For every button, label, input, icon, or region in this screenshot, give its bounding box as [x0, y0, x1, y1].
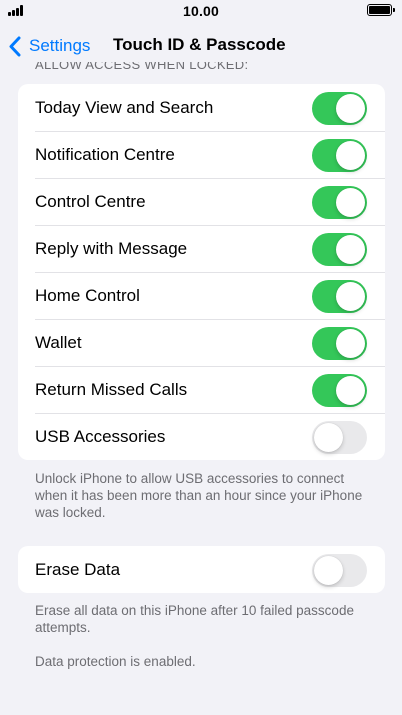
- row-label: USB Accessories: [35, 426, 166, 446]
- row-label: Reply with Message: [35, 238, 188, 258]
- row-label: Control Centre: [35, 191, 146, 211]
- toggle-today-view[interactable]: [312, 92, 367, 125]
- toggle-return-missed-calls[interactable]: [312, 374, 367, 407]
- row-home-control: Home Control: [18, 272, 385, 319]
- erase-group: Erase Data: [18, 546, 385, 593]
- row-reply-with-message: Reply with Message: [18, 225, 385, 272]
- row-notification-centre: Notification Centre: [18, 131, 385, 178]
- row-label: Wallet: [35, 332, 82, 352]
- row-wallet: Wallet: [18, 319, 385, 366]
- toggle-home-control[interactable]: [312, 280, 367, 313]
- row-erase-data: Erase Data: [18, 546, 385, 593]
- erase-footer-note: Erase all data on this iPhone after 10 f…: [35, 603, 354, 635]
- toggle-wallet[interactable]: [312, 327, 367, 360]
- usb-footer-note: Unlock iPhone to allow USB accessories t…: [35, 471, 363, 520]
- status-bar: 10.00: [0, 0, 402, 22]
- toggle-reply-with-message[interactable]: [312, 233, 367, 266]
- row-label: Home Control: [35, 285, 140, 305]
- row-label: Notification Centre: [35, 144, 175, 164]
- row-label: Today View and Search: [35, 97, 214, 117]
- row-today-view: Today View and Search: [18, 84, 385, 131]
- battery-icon: [367, 4, 395, 16]
- data-protection-note: Data protection is enabled.: [35, 654, 196, 669]
- toggle-control-centre[interactable]: [312, 186, 367, 219]
- toggle-notification-centre[interactable]: [312, 139, 367, 172]
- back-button[interactable]: Settings: [8, 34, 90, 58]
- access-group: Today View and Search Notification Centr…: [18, 84, 385, 460]
- back-label: Settings: [29, 36, 91, 55]
- page-title: Touch ID & Passcode: [113, 35, 286, 54]
- section-header: ALLOW ACCESS WHEN LOCKED:: [35, 62, 249, 72]
- status-time: 10.00: [182, 3, 220, 19]
- row-usb-accessories: USB Accessories: [18, 413, 385, 460]
- toggle-usb-accessories[interactable]: [312, 421, 367, 454]
- row-label: Erase Data: [35, 559, 121, 579]
- row-control-centre: Control Centre: [18, 178, 385, 225]
- toggle-erase-data[interactable]: [312, 554, 367, 587]
- row-return-missed-calls: Return Missed Calls: [18, 366, 385, 413]
- row-label: Return Missed Calls: [35, 379, 188, 399]
- chevron-left-icon: [9, 36, 21, 56]
